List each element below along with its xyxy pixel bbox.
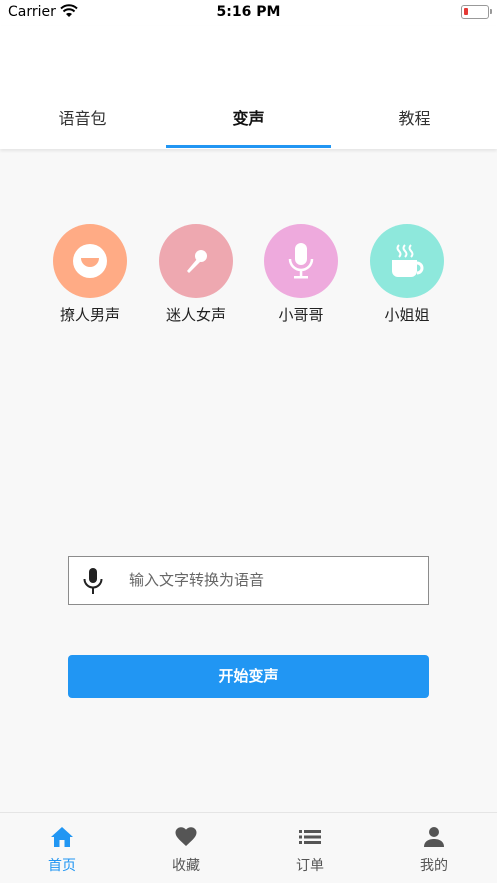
tabbar-label: 订单 bbox=[296, 858, 324, 874]
tab-tutorial[interactable]: 教程 bbox=[332, 98, 497, 149]
voice-options: 撩人男声 迷人女声 小哥哥 小姐姐 bbox=[0, 224, 497, 334]
tab-voice-change[interactable]: 变声 bbox=[166, 98, 331, 149]
start-voice-change-button[interactable]: 开始变声 bbox=[68, 655, 429, 698]
tab-voice-pack[interactable]: 语音包 bbox=[0, 98, 165, 149]
voice-option-label: 小哥哥 bbox=[278, 306, 324, 324]
voice-option-female-charming[interactable]: 迷人女声 bbox=[146, 224, 246, 325]
tabbar-item-favorites[interactable]: 收藏 bbox=[124, 813, 248, 883]
tabbar-label: 收藏 bbox=[172, 858, 200, 874]
clock-time: 5:16 PM bbox=[216, 4, 281, 20]
coffee-cup-icon bbox=[370, 224, 444, 298]
tabbar-item-orders[interactable]: 订单 bbox=[248, 813, 372, 883]
tabbar-label: 首页 bbox=[48, 858, 76, 874]
voice-option-young-lady[interactable]: 小姐姐 bbox=[357, 224, 457, 325]
top-tabs: 语音包 变声 教程 bbox=[0, 98, 497, 149]
status-bar: Carrier 5:16 PM bbox=[0, 0, 497, 26]
home-icon bbox=[50, 825, 74, 849]
voice-option-young-man[interactable]: 小哥哥 bbox=[251, 224, 351, 325]
microphone-icon bbox=[264, 224, 338, 298]
bottom-tabbar: 首页 收藏 订单 我的 bbox=[0, 812, 497, 883]
voice-option-label: 撩人男声 bbox=[59, 306, 120, 324]
tabbar-item-home[interactable]: 首页 bbox=[0, 813, 124, 883]
tts-text-input[interactable] bbox=[129, 557, 419, 603]
active-tab-indicator bbox=[166, 145, 331, 148]
heart-icon bbox=[174, 825, 198, 849]
microphone-icon[interactable] bbox=[81, 567, 105, 595]
tabbar-item-profile[interactable]: 我的 bbox=[372, 813, 496, 883]
voice-option-label: 小姐姐 bbox=[384, 306, 430, 324]
smile-face-icon bbox=[53, 224, 127, 298]
tts-input-container bbox=[68, 556, 429, 605]
person-icon bbox=[422, 825, 446, 849]
tabbar-label: 我的 bbox=[420, 858, 448, 874]
top-header: 语音包 变声 教程 bbox=[0, 26, 497, 149]
battery-icon bbox=[461, 5, 492, 19]
karaoke-mic-icon bbox=[159, 224, 233, 298]
voice-option-male-charming[interactable]: 撩人男声 bbox=[40, 224, 140, 325]
list-icon bbox=[298, 825, 322, 849]
voice-option-label: 迷人女声 bbox=[165, 306, 226, 324]
